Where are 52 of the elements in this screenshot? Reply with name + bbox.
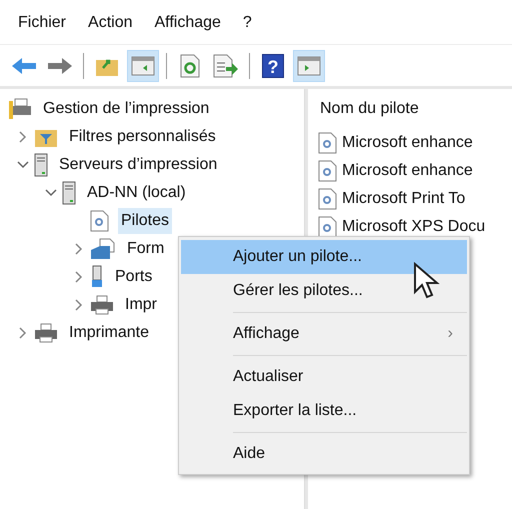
tree-item[interactable]: Imprimante	[66, 320, 152, 346]
printer-icon	[90, 295, 114, 315]
document-gear-icon	[318, 132, 338, 154]
tree-item[interactable]: Form	[124, 236, 168, 262]
menu-item[interactable]: Actualiser	[181, 360, 467, 394]
expand-chevron-icon[interactable]	[75, 299, 83, 311]
tree-item[interactable]: Filtres personnalisés	[66, 124, 219, 150]
menu-item[interactable]: Fichier	[18, 8, 66, 44]
tree-item[interactable]: Gestion de l’impression	[40, 96, 212, 122]
menu-item[interactable]: Affichage	[154, 8, 221, 44]
tree-pane-icon	[131, 56, 155, 76]
submenu-arrow-icon: ›	[448, 322, 453, 346]
menu-item[interactable]: Exporter la liste...	[181, 394, 467, 428]
tree-item[interactable]: Pilotes	[118, 208, 172, 234]
back-arrow-icon	[11, 56, 37, 76]
server-icon	[34, 153, 48, 177]
list-item[interactable]: Microsoft enhance	[342, 131, 473, 155]
tree-item[interactable]: Serveurs d’impression	[56, 152, 220, 178]
menu-item[interactable]: Gérer les pilotes...	[181, 274, 467, 308]
tree-item[interactable]: AD-NN (local)	[84, 180, 189, 206]
server-icon	[62, 181, 76, 205]
tree-item[interactable]: Ports	[112, 264, 156, 290]
expand-chevron-icon[interactable]	[75, 271, 83, 283]
collapse-chevron-icon[interactable]	[45, 189, 57, 197]
expand-chevron-icon[interactable]	[19, 327, 27, 339]
collapse-chevron-icon[interactable]	[17, 161, 29, 169]
expand-chevron-icon[interactable]	[19, 131, 27, 143]
action-pane-icon	[297, 56, 321, 76]
printer-icon	[34, 323, 58, 343]
expand-chevron-icon[interactable]	[75, 243, 83, 255]
document-gear-icon	[318, 160, 338, 182]
list-item[interactable]: Microsoft enhance	[342, 159, 473, 183]
forms-icon	[90, 238, 116, 260]
tree-item[interactable]: Impr	[122, 292, 160, 318]
tree-pane-button[interactable]	[127, 50, 159, 82]
document-gear-icon	[318, 216, 338, 238]
list-item[interactable]: Microsoft XPS Docu	[342, 215, 486, 239]
column-header[interactable]: Nom du pilote	[318, 97, 512, 121]
document-gear-icon	[318, 188, 338, 210]
printer-icon	[8, 98, 32, 120]
document-gear-icon	[90, 210, 110, 232]
action-pane-button[interactable]	[293, 50, 325, 82]
list-item[interactable]: Microsoft Print To	[342, 187, 466, 211]
menu-item[interactable]: ?	[242, 8, 252, 44]
forward-arrow-icon	[47, 56, 73, 76]
menu-item[interactable]: Ajouter un pilote...	[181, 240, 467, 274]
menu-item[interactable]: Affichage ›	[181, 317, 467, 351]
menu-item[interactable]: Aide	[181, 437, 467, 471]
port-icon	[90, 265, 104, 289]
menu-item[interactable]: Action	[88, 8, 132, 44]
refresh-icon	[180, 54, 200, 78]
export-list-icon	[213, 54, 239, 78]
